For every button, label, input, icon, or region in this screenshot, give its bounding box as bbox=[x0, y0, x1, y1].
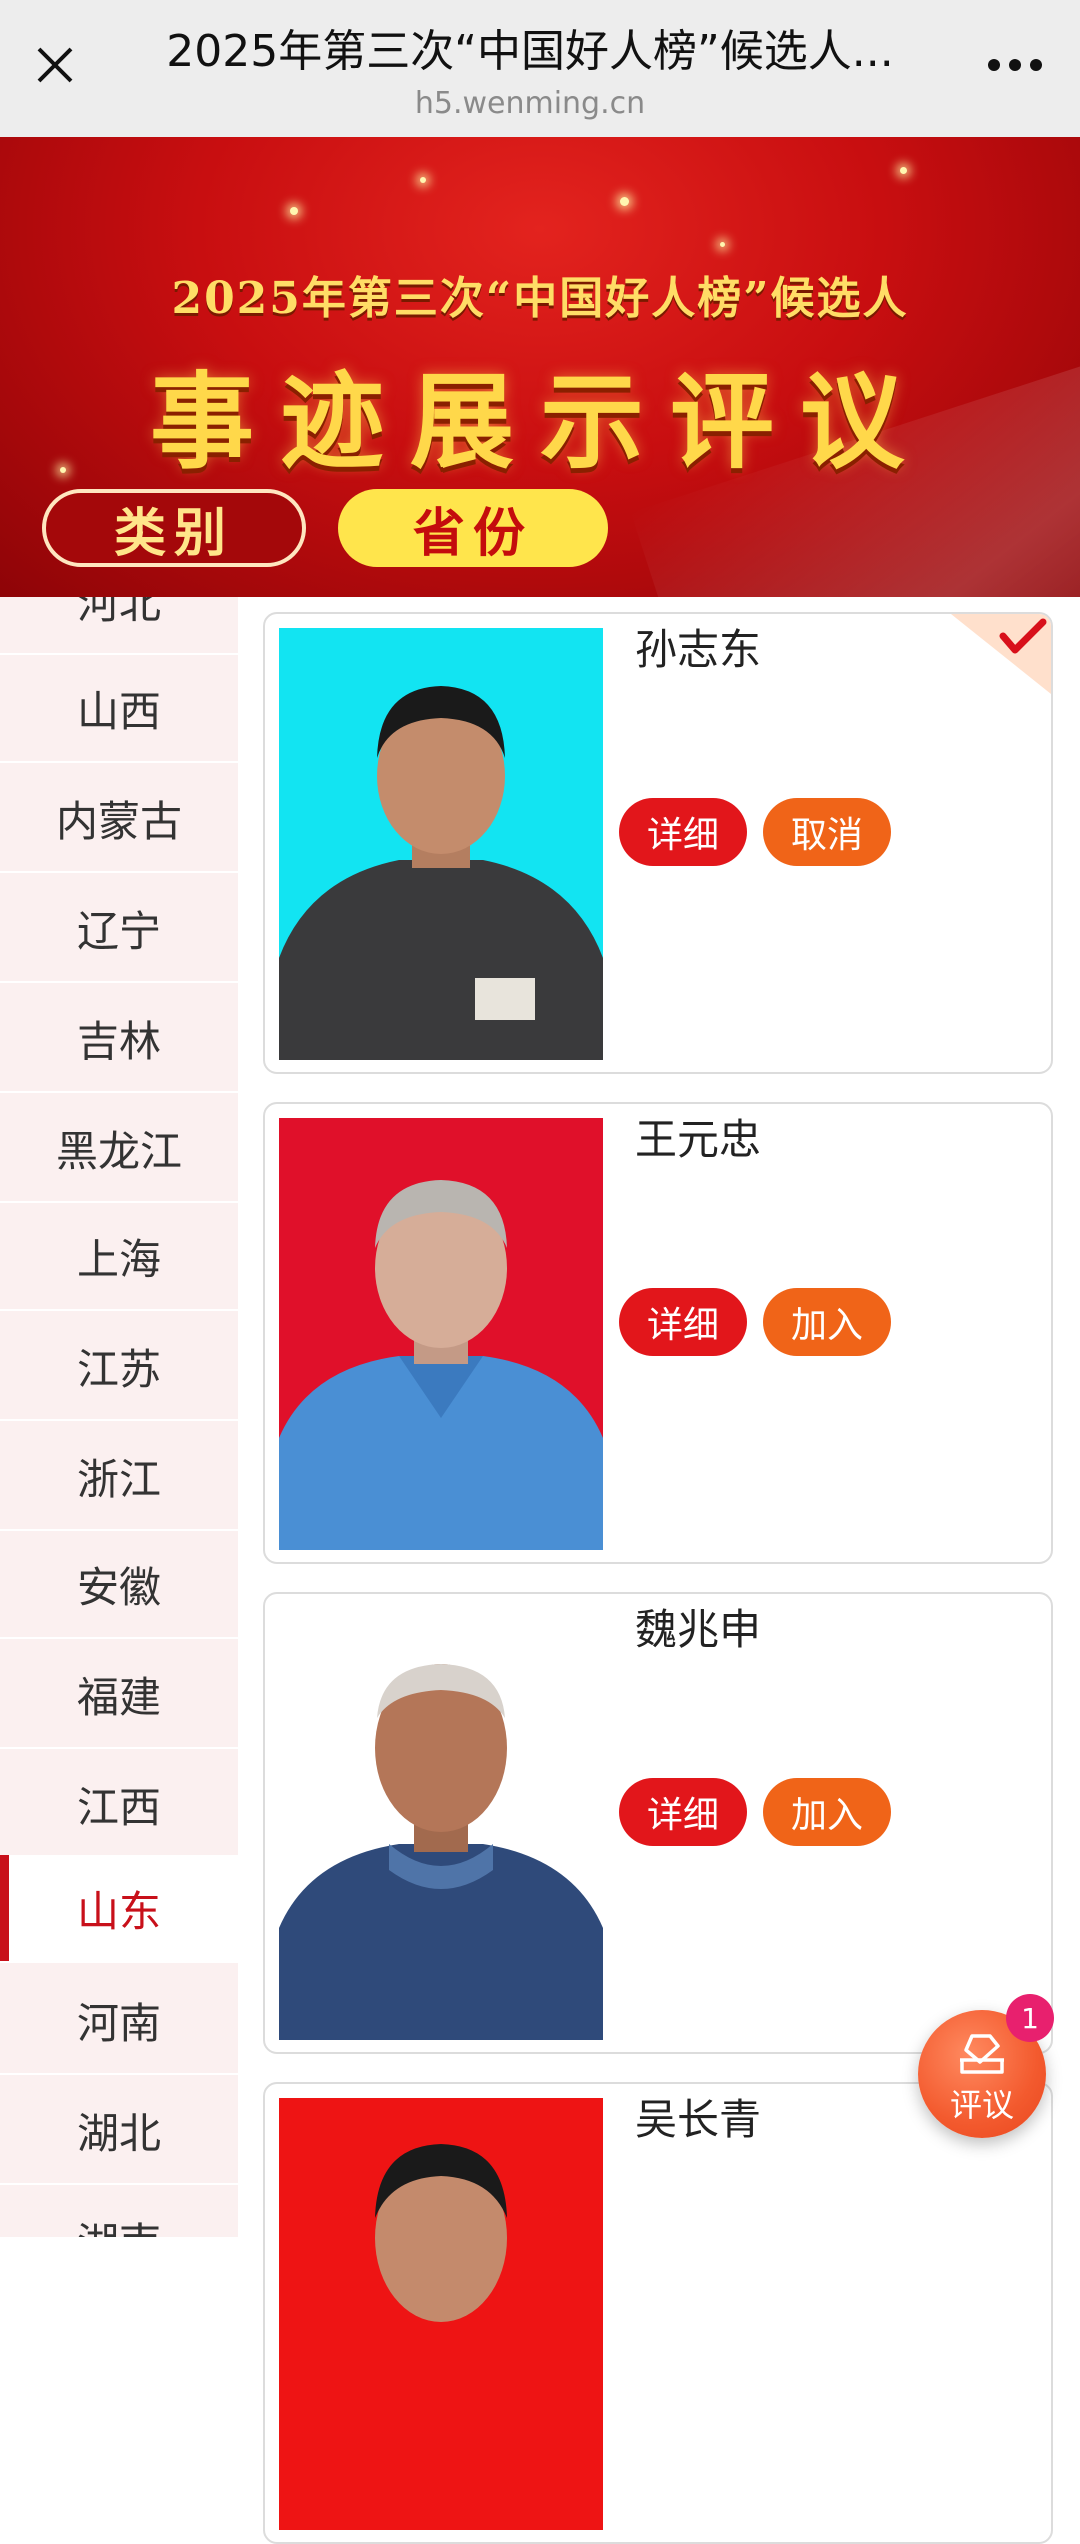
sidebar-item[interactable]: 内蒙古 bbox=[0, 765, 238, 873]
candidate-name: 孙志东 bbox=[635, 625, 762, 674]
sparkle bbox=[620, 197, 629, 206]
review-float-label: 评议 bbox=[949, 2086, 1014, 2124]
detail-button[interactable]: 详细 bbox=[619, 798, 747, 866]
candidate-photo[interactable] bbox=[279, 1608, 603, 2040]
candidate-card: 王元忠 详细 加入 bbox=[263, 1102, 1053, 1564]
sidebar-item[interactable]: 浙江 bbox=[0, 1423, 238, 1531]
sidebar-item[interactable]: 河北 bbox=[0, 597, 238, 655]
candidate-name: 王元忠 bbox=[635, 1115, 762, 1164]
candidate-card: 吴长青 bbox=[263, 2082, 1053, 2544]
tab-category[interactable]: 类别 bbox=[42, 489, 306, 567]
sidebar-item[interactable]: 山西 bbox=[0, 655, 238, 763]
selected-check-icon bbox=[951, 614, 1051, 694]
candidate-photo[interactable] bbox=[279, 2098, 603, 2530]
add-button[interactable]: 加入 bbox=[763, 1288, 891, 1356]
candidate-card: 魏兆申 详细 加入 bbox=[263, 1592, 1053, 2054]
detail-button[interactable]: 详细 bbox=[619, 1288, 747, 1356]
candidate-name: 吴长青 bbox=[635, 2095, 762, 2144]
sidebar-item[interactable]: 黑龙江 bbox=[0, 1095, 238, 1203]
page-title: 2025年第三次“中国好人榜”候选人... bbox=[166, 26, 894, 77]
sidebar-item[interactable]: 江苏 bbox=[0, 1313, 238, 1421]
browser-top-bar: 2025年第三次“中国好人榜”候选人... h5.wenming.cn bbox=[0, 0, 1080, 137]
sidebar-item[interactable]: 湖南 bbox=[0, 2187, 238, 2238]
banner-subtitle: 2025年第三次“中国好人榜”候选人 bbox=[171, 273, 909, 324]
close-button[interactable] bbox=[20, 30, 90, 100]
tab-province[interactable]: 省份 bbox=[338, 489, 608, 567]
add-button[interactable]: 加入 bbox=[763, 1778, 891, 1846]
sidebar-item[interactable]: 福建 bbox=[0, 1641, 238, 1749]
province-sidebar[interactable]: 河北 山西 内蒙古 辽宁 吉林 黑龙江 上海 江苏 浙江 安徽 福建 江西 山东… bbox=[0, 597, 238, 2237]
review-count-badge: 1 bbox=[1006, 1994, 1054, 2042]
sidebar-item[interactable]: 上海 bbox=[0, 1203, 238, 1311]
sparkle bbox=[420, 177, 426, 183]
sparkle bbox=[290, 207, 298, 215]
ballot-box-icon bbox=[960, 2034, 1004, 2074]
more-button[interactable] bbox=[975, 30, 1055, 100]
sidebar-item[interactable]: 辽宁 bbox=[0, 875, 238, 983]
sidebar-item[interactable]: 吉林 bbox=[0, 985, 238, 1093]
sidebar-item[interactable]: 河南 bbox=[0, 1967, 238, 2075]
close-icon bbox=[37, 47, 73, 83]
sparkle bbox=[720, 242, 725, 247]
more-icon bbox=[988, 59, 1042, 71]
detail-button[interactable]: 详细 bbox=[619, 1778, 747, 1846]
banner-main-title: 事迹展示评议 bbox=[149, 360, 930, 483]
sidebar-item-active[interactable]: 山东 bbox=[0, 1855, 238, 1963]
sidebar-item[interactable]: 湖北 bbox=[0, 2077, 238, 2185]
candidate-card: 孙志东 详细 取消 bbox=[263, 612, 1053, 1074]
sparkle bbox=[900, 167, 907, 174]
sidebar-item[interactable]: 江西 bbox=[0, 1751, 238, 1859]
candidate-name: 魏兆申 bbox=[635, 1605, 762, 1654]
banner: 2025年第三次“中国好人榜”候选人 事迹展示评议 类别 省份 bbox=[0, 137, 1080, 597]
candidate-photo[interactable] bbox=[279, 1118, 603, 1550]
page-domain: h5.wenming.cn bbox=[414, 86, 646, 121]
sidebar-item[interactable]: 安徽 bbox=[0, 1531, 238, 1639]
cancel-button[interactable]: 取消 bbox=[763, 798, 891, 866]
candidate-photo[interactable] bbox=[279, 628, 603, 1060]
